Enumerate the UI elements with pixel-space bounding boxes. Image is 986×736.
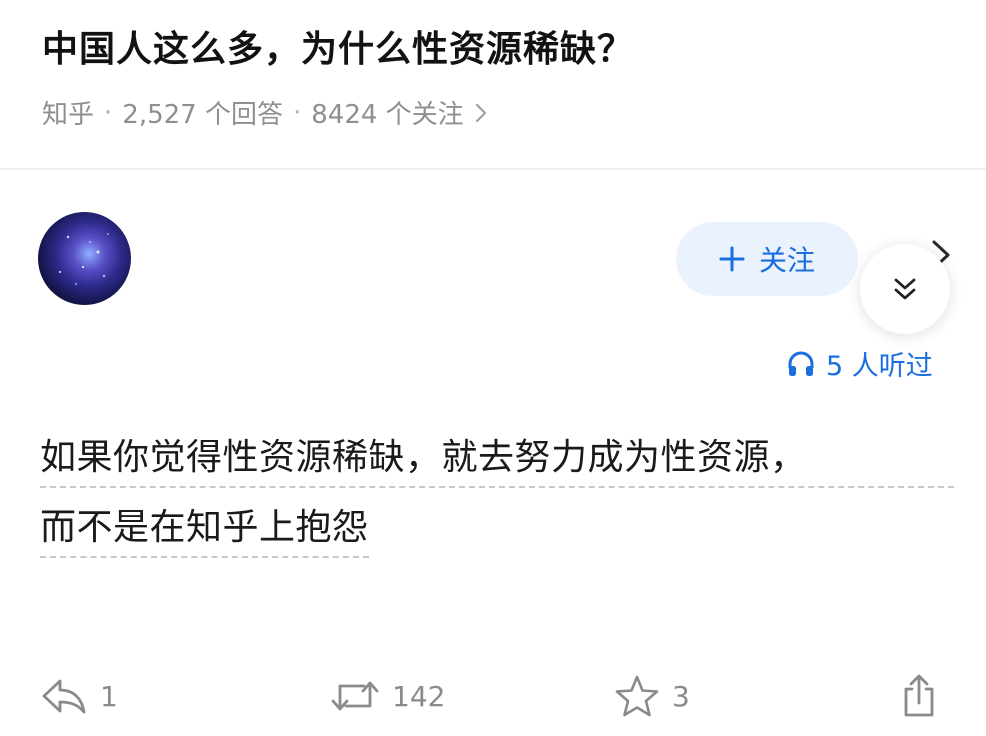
- listen-count-label: 5 人听过: [826, 351, 933, 382]
- meta-separator: ·: [292, 97, 302, 128]
- headphones-icon: [786, 349, 816, 379]
- follow-button[interactable]: 关注: [676, 222, 858, 296]
- action-bar: 1 142 3: [0, 668, 986, 724]
- share-icon: [898, 673, 940, 719]
- answer-text-line: 而不是在知乎上抱怨: [40, 498, 369, 558]
- question-title[interactable]: 中国人这么多，为什么性资源稀缺？: [42, 20, 634, 72]
- follower-count: 8424 个关注: [311, 100, 464, 130]
- reply-count: 1: [100, 679, 118, 713]
- double-chevron-down-icon: [890, 274, 920, 304]
- repost-count: 142: [392, 679, 446, 713]
- collapse-button[interactable]: [860, 244, 950, 334]
- source-label: 知乎: [42, 100, 95, 130]
- answer-count: 2,527 个回答: [122, 100, 283, 130]
- meta-separator: ·: [104, 97, 113, 128]
- divider: [0, 168, 986, 170]
- repost-icon: [330, 676, 380, 716]
- plus-icon: [719, 246, 745, 272]
- chevron-right-icon: [474, 102, 488, 124]
- author-avatar[interactable]: [38, 212, 131, 305]
- star-icon: [614, 674, 660, 718]
- reply-button[interactable]: 1: [40, 668, 118, 724]
- answer-text-line: 如果你觉得性资源稀缺，就去努力成为性资源，: [40, 428, 954, 488]
- follow-label: 关注: [758, 244, 815, 277]
- repost-button[interactable]: 142: [330, 668, 445, 724]
- star-button[interactable]: 3: [614, 668, 690, 724]
- star-count: 3: [672, 679, 690, 713]
- listen-count[interactable]: 5 人听过: [786, 344, 933, 383]
- question-meta[interactable]: 知乎 · 2,527 个回答 · 8424 个关注: [42, 94, 488, 131]
- share-button[interactable]: [898, 668, 940, 724]
- reply-icon: [40, 676, 88, 716]
